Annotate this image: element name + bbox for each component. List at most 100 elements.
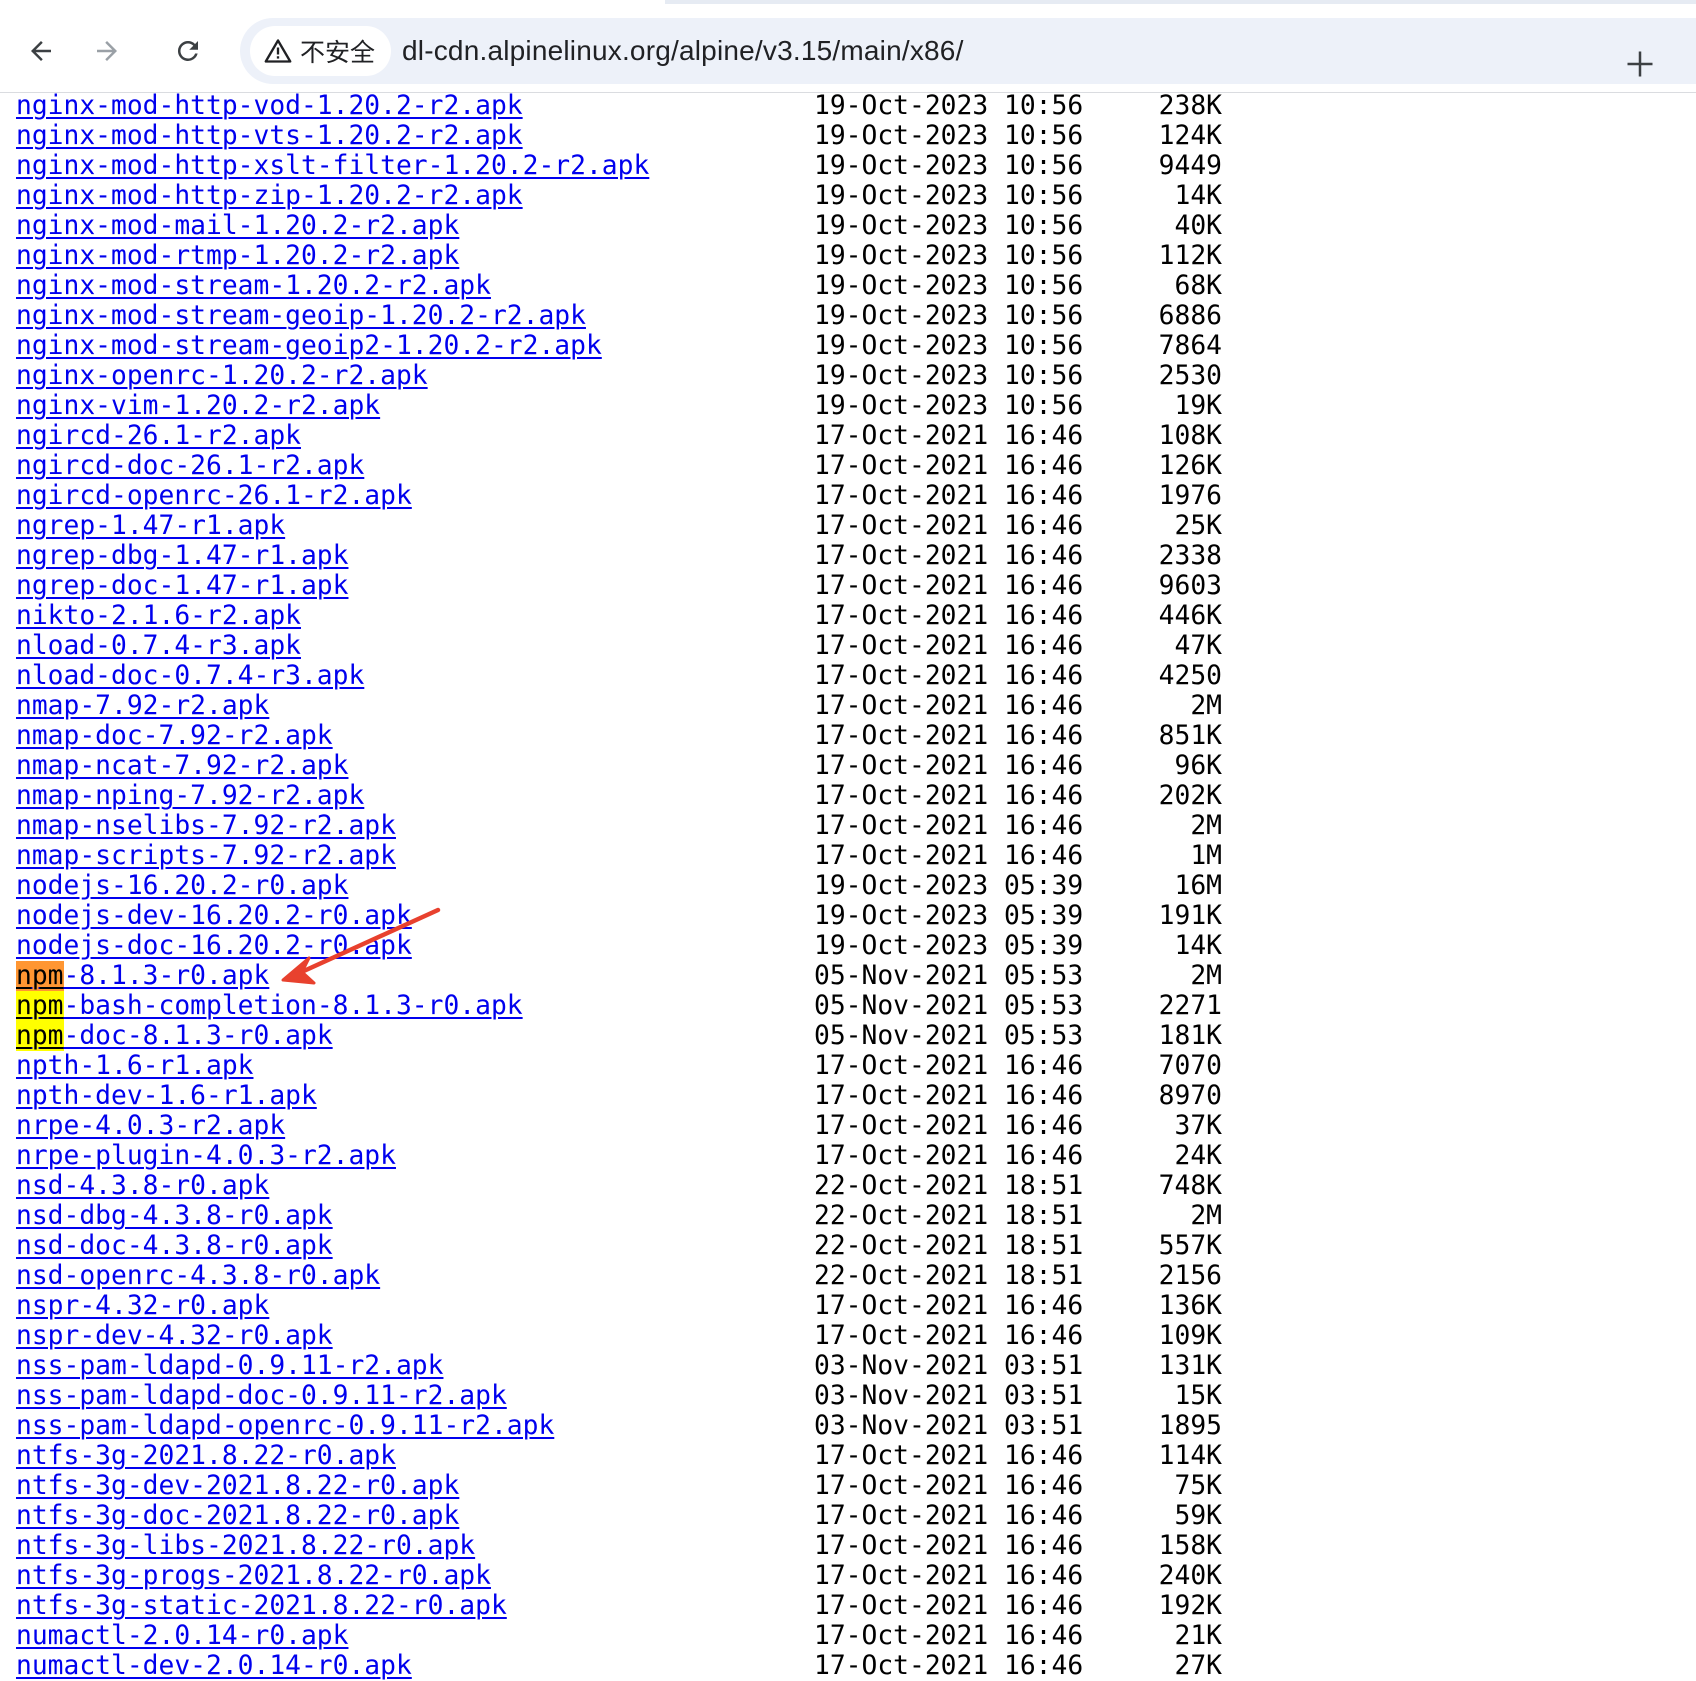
file-link[interactable]: nss-pam-ldapd-0.9.11-r2.apk: [16, 1351, 443, 1381]
file-size: 2156: [1158, 1261, 1222, 1291]
file-link[interactable]: nodejs-16.20.2-r0.apk: [16, 871, 348, 901]
file-link[interactable]: ngrep-dbg-1.47-r1.apk: [16, 541, 348, 571]
file-link[interactable]: ntfs-3g-static-2021.8.22-r0.apk: [16, 1591, 507, 1621]
file-link[interactable]: nmap-nping-7.92-r2.apk: [16, 781, 364, 811]
file-link[interactable]: ngrep-doc-1.47-r1.apk: [16, 571, 348, 601]
new-tab-button[interactable]: [1608, 32, 1672, 96]
security-chip[interactable]: 不安全: [250, 26, 392, 76]
file-row: nginx-mod-rtmp-1.20.2-r2.apk 19-Oct-2023 …: [16, 241, 1222, 271]
file-size: 37K: [1174, 1111, 1223, 1141]
file-row: nginx-mod-http-vts-1.20.2-r2.apk 19-Oct-2…: [16, 121, 1222, 151]
file-link[interactable]: nrpe-plugin-4.0.3-r2.apk: [16, 1141, 396, 1171]
file-size: 1M: [1190, 841, 1222, 871]
file-link[interactable]: nginx-openrc-1.20.2-r2.apk: [16, 361, 428, 391]
back-button[interactable]: [18, 28, 64, 74]
forward-button[interactable]: [84, 28, 130, 74]
file-size: 851K: [1158, 721, 1222, 751]
file-link[interactable]: nmap-nselibs-7.92-r2.apk: [16, 811, 396, 841]
file-link[interactable]: nsd-doc-4.3.8-r0.apk: [16, 1231, 333, 1261]
file-row: nrpe-4.0.3-r2.apk 17-Oct-2021 16:46 37K: [16, 1111, 1222, 1141]
file-link[interactable]: ntfs-3g-2021.8.22-r0.apk: [16, 1441, 396, 1471]
file-row: ngrep-1.47-r1.apk 17-Oct-2021 16:46 25K: [16, 511, 1222, 541]
reload-button[interactable]: [165, 28, 211, 74]
file-link[interactable]: ngircd-openrc-26.1-r2.apk: [16, 481, 412, 511]
file-link[interactable]: npth-1.6-r1.apk: [16, 1051, 253, 1081]
file-size: 748K: [1158, 1171, 1222, 1201]
file-link[interactable]: npm-doc-8.1.3-r0.apk: [16, 1021, 333, 1051]
file-link[interactable]: nginx-mod-stream-1.20.2-r2.apk: [16, 271, 491, 301]
file-link[interactable]: ngircd-doc-26.1-r2.apk: [16, 451, 364, 481]
file-link[interactable]: nmap-ncat-7.92-r2.apk: [16, 751, 348, 781]
file-link[interactable]: nginx-mod-stream-geoip2-1.20.2-r2.apk: [16, 331, 602, 361]
file-link[interactable]: nspr-dev-4.32-r0.apk: [16, 1321, 333, 1351]
file-link[interactable]: ntfs-3g-libs-2021.8.22-r0.apk: [16, 1531, 475, 1561]
file-row: ngircd-doc-26.1-r2.apk 17-Oct-2021 16:46 1…: [16, 451, 1222, 481]
file-row: nginx-openrc-1.20.2-r2.apk 19-Oct-2023 10…: [16, 361, 1222, 391]
file-link[interactable]: nrpe-4.0.3-r2.apk: [16, 1111, 285, 1141]
file-row: nrpe-plugin-4.0.3-r2.apk 17-Oct-2021 16:4…: [16, 1141, 1222, 1171]
file-link-rest: -bash-completion-8.1.3-r0.apk: [63, 991, 523, 1021]
file-link[interactable]: nload-doc-0.7.4-r3.apk: [16, 661, 364, 691]
file-row: nodejs-doc-16.20.2-r0.apk 19-Oct-2023 05:…: [16, 931, 1222, 961]
file-link[interactable]: nspr-4.32-r0.apk: [16, 1291, 269, 1321]
file-link[interactable]: nodejs-dev-16.20.2-r0.apk: [16, 901, 412, 931]
file-link[interactable]: nmap-doc-7.92-r2.apk: [16, 721, 333, 751]
file-link[interactable]: nss-pam-ldapd-openrc-0.9.11-r2.apk: [16, 1411, 554, 1441]
file-row: nsd-openrc-4.3.8-r0.apk 22-Oct-2021 18:51…: [16, 1261, 1222, 1291]
file-link[interactable]: nss-pam-ldapd-doc-0.9.11-r2.apk: [16, 1381, 507, 1411]
file-link[interactable]: ngircd-26.1-r2.apk: [16, 421, 301, 451]
file-link[interactable]: nsd-dbg-4.3.8-r0.apk: [16, 1201, 333, 1231]
file-link[interactable]: nodejs-doc-16.20.2-r0.apk: [16, 931, 412, 961]
file-link[interactable]: nginx-vim-1.20.2-r2.apk: [16, 391, 380, 421]
file-link[interactable]: nginx-mod-http-vts-1.20.2-r2.apk: [16, 121, 523, 151]
file-link[interactable]: ngrep-1.47-r1.apk: [16, 511, 285, 541]
file-link[interactable]: ntfs-3g-doc-2021.8.22-r0.apk: [16, 1501, 459, 1531]
file-link[interactable]: nikto-2.1.6-r2.apk: [16, 601, 301, 631]
file-link[interactable]: nginx-mod-http-vod-1.20.2-r2.apk: [16, 91, 523, 121]
file-link[interactable]: nmap-7.92-r2.apk: [16, 691, 269, 721]
file-row: npm-doc-8.1.3-r0.apk 05-Nov-2021 05:53 181…: [16, 1021, 1222, 1051]
file-link[interactable]: numactl-2.0.14-r0.apk: [16, 1621, 348, 1651]
security-label: 不安全: [300, 38, 376, 67]
url-text[interactable]: dl-cdn.alpinelinux.org/alpine/v3.15/main…: [402, 18, 964, 84]
file-link[interactable]: nload-0.7.4-r3.apk: [16, 631, 301, 661]
file-size: 16M: [1174, 871, 1223, 901]
file-link[interactable]: ntfs-3g-progs-2021.8.22-r0.apk: [16, 1561, 491, 1591]
file-size: 59K: [1174, 1501, 1223, 1531]
file-row: ntfs-3g-progs-2021.8.22-r0.apk 17-Oct-202…: [16, 1561, 1222, 1591]
file-link[interactable]: nginx-mod-mail-1.20.2-r2.apk: [16, 211, 459, 241]
file-size: 1895: [1158, 1411, 1222, 1441]
file-link[interactable]: nmap-scripts-7.92-r2.apk: [16, 841, 396, 871]
file-size: 2530: [1158, 361, 1222, 391]
file-link[interactable]: nsd-4.3.8-r0.apk: [16, 1171, 269, 1201]
file-size: 14K: [1174, 181, 1223, 211]
file-row: nikto-2.1.6-r2.apk 17-Oct-2021 16:46 446K: [16, 601, 1222, 631]
file-size: 202K: [1158, 781, 1222, 811]
file-row: ngrep-dbg-1.47-r1.apk 17-Oct-2021 16:46 23…: [16, 541, 1222, 571]
file-row: nss-pam-ldapd-openrc-0.9.11-r2.apk 03-Nov…: [16, 1411, 1222, 1441]
warning-triangle-icon: [264, 39, 292, 63]
file-row: nmap-nping-7.92-r2.apk 17-Oct-2021 16:46 2…: [16, 781, 1222, 811]
file-size: 108K: [1158, 421, 1222, 451]
file-row: ngircd-26.1-r2.apk 17-Oct-2021 16:46 108K: [16, 421, 1222, 451]
file-link[interactable]: nginx-mod-http-xslt-filter-1.20.2-r2.apk: [16, 151, 649, 181]
file-link[interactable]: ntfs-3g-dev-2021.8.22-r0.apk: [16, 1471, 459, 1501]
file-link[interactable]: npm-8.1.3-r0.apk: [16, 961, 269, 991]
forward-arrow-icon: [97, 41, 117, 61]
file-size: 2M: [1190, 961, 1222, 991]
file-size: 15K: [1174, 1381, 1223, 1411]
reload-icon: [177, 40, 198, 61]
file-link[interactable]: numactl-dev-2.0.14-r0.apk: [16, 1651, 412, 1681]
file-size: 124K: [1158, 121, 1222, 151]
file-link[interactable]: nginx-mod-stream-geoip-1.20.2-r2.apk: [16, 301, 586, 331]
file-size: 21K: [1174, 1621, 1223, 1651]
address-bar[interactable]: 不安全 dl-cdn.alpinelinux.org/alpine/v3.15/…: [240, 18, 1696, 84]
file-size: 7864: [1158, 331, 1222, 361]
file-link[interactable]: npth-dev-1.6-r1.apk: [16, 1081, 317, 1111]
file-row: nginx-mod-http-vod-1.20.2-r2.apk 19-Oct-2…: [16, 91, 1222, 121]
file-link[interactable]: nginx-mod-http-zip-1.20.2-r2.apk: [16, 181, 523, 211]
file-row: nodejs-16.20.2-r0.apk 19-Oct-2023 05:39 16…: [16, 871, 1222, 901]
file-link[interactable]: nginx-mod-rtmp-1.20.2-r2.apk: [16, 241, 459, 271]
file-link[interactable]: nsd-openrc-4.3.8-r0.apk: [16, 1261, 380, 1291]
file-link[interactable]: npm-bash-completion-8.1.3-r0.apk: [16, 991, 523, 1021]
